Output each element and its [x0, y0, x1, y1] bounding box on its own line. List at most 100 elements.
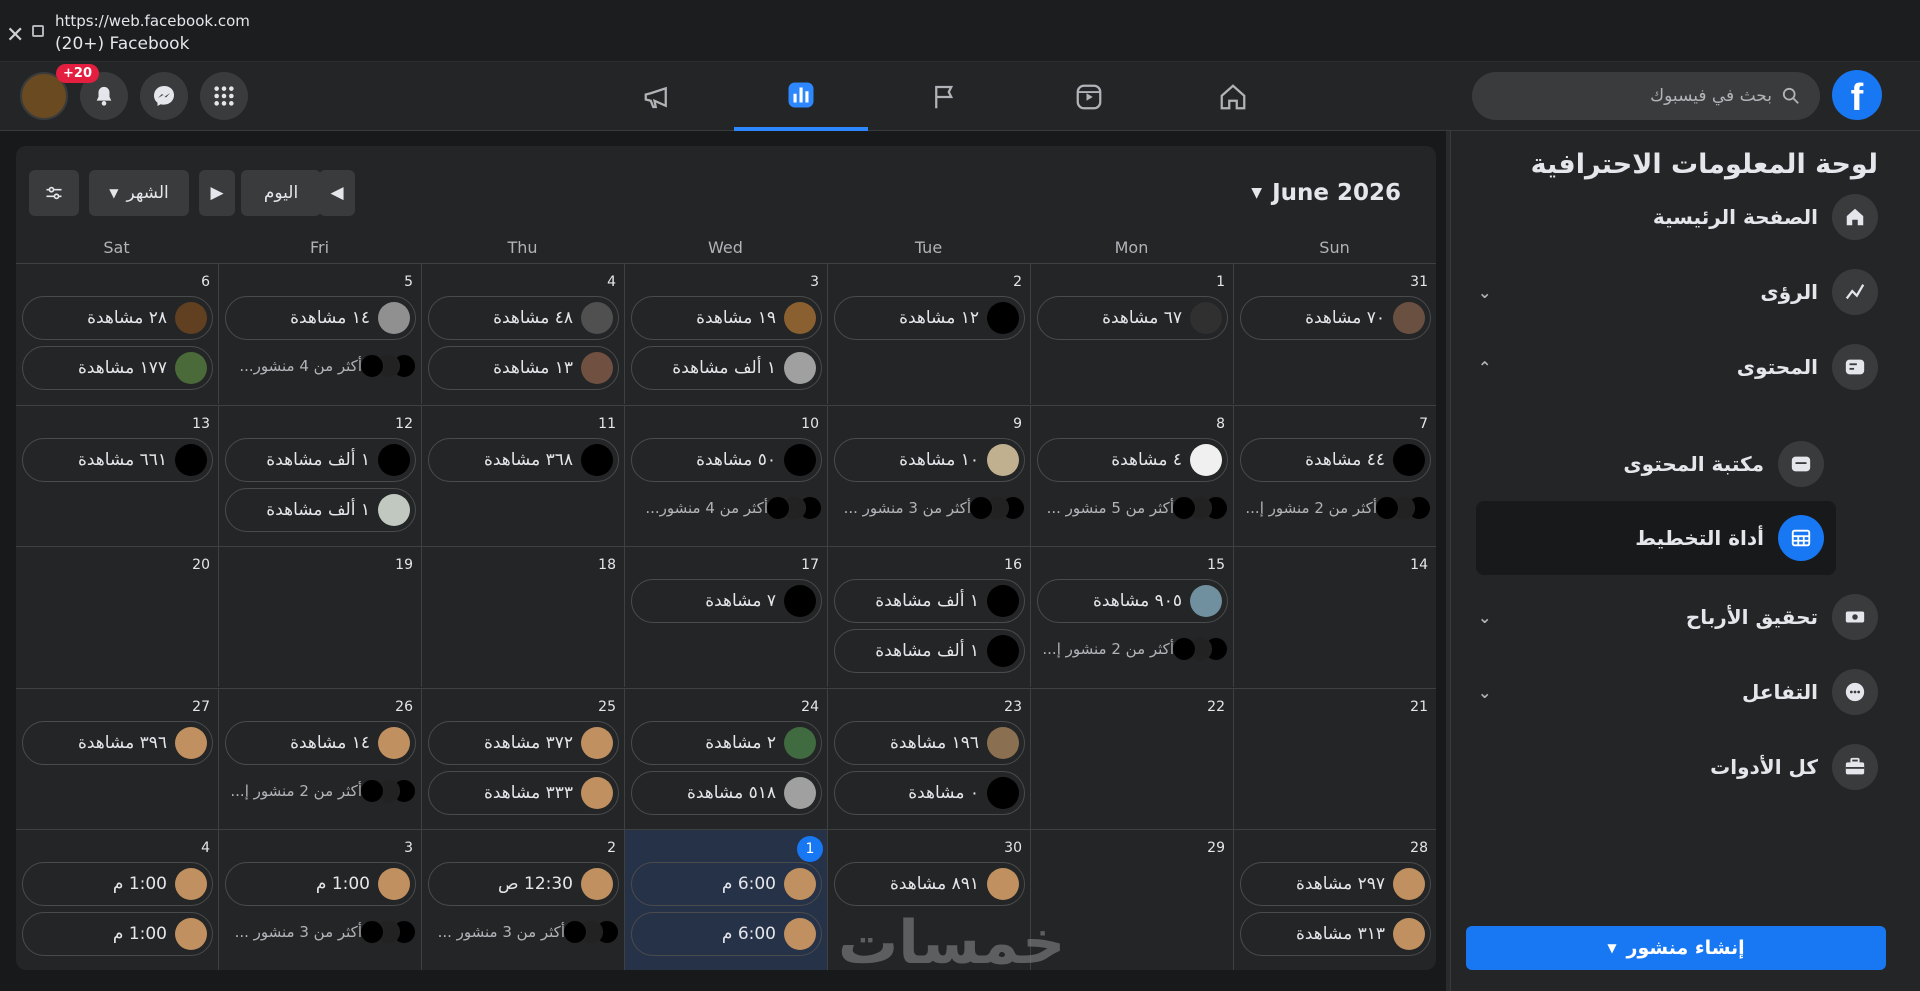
calendar-day-cell[interactable]: 1 6:00 م 6:00 م [624, 829, 827, 970]
post-pill[interactable]: ٢٩٧ مشاهدة [1240, 862, 1431, 906]
calendar-day-cell[interactable]: 24 ٢ مشاهدة ٥١٨ مشاهدة [624, 687, 827, 829]
calendar-day-cell[interactable]: 19 [218, 546, 421, 687]
calendar-day-cell[interactable]: 13 ٦٦١ مشاهدة [16, 404, 218, 546]
calendar-day-cell[interactable]: 26 ١٤ مشاهدة أكثر من 2 منشور إ... [218, 687, 421, 829]
calendar-day-cell[interactable]: 20 [16, 546, 218, 687]
month-selector[interactable]: ▼ June 2026 [1251, 180, 1401, 206]
post-pill[interactable]: ٥٠ مشاهدة [631, 437, 822, 482]
menu-grid-icon[interactable] [200, 72, 248, 120]
calendar-day-cell[interactable]: 8 ٤ مشاهدة أكثر من 5 منشور ... [1030, 404, 1233, 546]
calendar-day-cell[interactable]: 16 ١ ألف مشاهدة ١ ألف مشاهدة [827, 546, 1030, 687]
sidebar-item-planner[interactable]: أداة التخطيط [1476, 501, 1836, 575]
calendar-day-cell[interactable]: 28 ٢٩٧ مشاهدة ٣١٣ مشاهدة [1233, 829, 1436, 970]
calendar-day-cell[interactable]: 25 ٣٧٢ مشاهدة ٣٣٣ مشاهدة [421, 687, 624, 829]
calendar-day-cell[interactable]: 2 12:30 ص أكثر من 3 منشور ... [421, 829, 624, 970]
post-pill[interactable]: ٦٧ مشاهدة [1037, 296, 1228, 340]
post-pill[interactable]: ١٣ مشاهدة [428, 346, 619, 390]
post-pill[interactable]: ١٧٧ مشاهدة [22, 346, 213, 390]
pages-flag-icon[interactable] [878, 62, 1012, 131]
post-pill[interactable]: ٤٤ مشاهدة [1240, 437, 1431, 482]
post-pill[interactable]: ٤ مشاهدة [1037, 437, 1228, 482]
post-pill[interactable]: ٩٠٥ مشاهدة [1037, 579, 1228, 623]
post-pill[interactable]: 1:00 م [225, 862, 416, 906]
sidebar-item-insights[interactable]: الرؤى ⌄ [1478, 264, 1878, 320]
post-pill[interactable]: 1:00 م [22, 912, 213, 956]
post-pill[interactable]: ٣٧٢ مشاهدة [428, 720, 619, 765]
post-pill[interactable]: ١٠ مشاهدة [834, 437, 1025, 482]
sidebar-item-home[interactable]: الصفحة الرئيسية [1478, 189, 1878, 245]
more-posts-link[interactable]: أكثر من 5 منشور ... [1037, 488, 1228, 528]
dashboard-chart-icon[interactable] [734, 62, 868, 131]
calendar-day-cell[interactable]: 4 ٤٨ مشاهدة ١٣ مشاهدة [421, 263, 624, 404]
calendar-day-cell[interactable]: 22 [1030, 687, 1233, 829]
filter-sliders-icon[interactable] [29, 170, 79, 216]
create-post-button[interactable]: إنشاء منشور ▼ [1466, 926, 1886, 970]
post-pill[interactable]: ٢ مشاهدة [631, 720, 822, 765]
sidebar-item-content-library[interactable]: مكتبة المحتوى [1476, 427, 1836, 501]
calendar-day-cell[interactable]: 23 ١٩٦ مشاهدة ٠ مشاهدة [827, 687, 1030, 829]
post-pill[interactable]: ٨٩١ مشاهدة [834, 862, 1025, 906]
post-pill[interactable]: ١٢ مشاهدة [834, 296, 1025, 340]
post-pill[interactable]: 6:00 م [631, 912, 822, 956]
calendar-day-cell[interactable]: 18 [421, 546, 624, 687]
calendar-day-cell[interactable]: 6 ٢٨ مشاهدة ١٧٧ مشاهدة [16, 263, 218, 404]
url-text[interactable]: https://web.facebook.com [55, 12, 250, 30]
post-pill[interactable]: ٤٨ مشاهدة [428, 296, 619, 340]
next-arrow-icon[interactable]: ▶ [199, 170, 235, 216]
prev-arrow-icon[interactable]: ◀ [319, 170, 355, 216]
calendar-day-cell[interactable]: 17 ٧ مشاهدة [624, 546, 827, 687]
more-posts-link[interactable]: أكثر من 2 منشور إ... [1240, 488, 1431, 528]
calendar-day-cell[interactable]: 14 [1233, 546, 1436, 687]
post-pill[interactable]: ٧٠ مشاهدة [1240, 296, 1431, 340]
view-select[interactable]: الشهر ▼ [89, 170, 189, 216]
post-pill[interactable]: ١٩ مشاهدة [631, 296, 822, 340]
post-pill[interactable]: ٦٦١ مشاهدة [22, 437, 213, 482]
sidebar-item-engagement[interactable]: التفاعل ⌄ [1478, 664, 1878, 720]
close-icon[interactable]: ✕ [6, 23, 24, 48]
reels-video-icon[interactable] [1022, 62, 1156, 131]
post-pill[interactable]: ٣٩٦ مشاهدة [22, 720, 213, 765]
more-posts-link[interactable]: أكثر من 3 منشور ... [225, 912, 416, 952]
post-pill[interactable]: ٣١٣ مشاهدة [1240, 912, 1431, 956]
post-pill[interactable]: ١ ألف مشاهدة [834, 629, 1025, 673]
calendar-day-cell[interactable]: 31 ٧٠ مشاهدة [1233, 263, 1436, 404]
search-input[interactable]: بحث في فيسبوك [1472, 72, 1820, 120]
post-pill[interactable]: ١ ألف مشاهدة [225, 487, 416, 532]
post-pill[interactable]: 1:00 م [22, 862, 213, 906]
calendar-day-cell[interactable]: 5 ١٤ مشاهدة أكثر من 4 منشور... [218, 263, 421, 404]
sidebar-item-all-tools[interactable]: كل الأدوات [1478, 739, 1878, 795]
post-pill[interactable]: ١ ألف مشاهدة [834, 579, 1025, 623]
calendar-day-cell[interactable]: 3 1:00 م أكثر من 3 منشور ... [218, 829, 421, 970]
calendar-day-cell[interactable]: 9 ١٠ مشاهدة أكثر من 3 منشور ... [827, 404, 1030, 546]
more-posts-link[interactable]: أكثر من 4 منشور... [631, 488, 822, 528]
post-pill[interactable]: 6:00 م [631, 862, 822, 906]
facebook-logo-icon[interactable]: f [1832, 70, 1882, 120]
calendar-day-cell[interactable]: 27 ٣٩٦ مشاهدة [16, 687, 218, 829]
home-icon[interactable] [1166, 62, 1300, 131]
post-pill[interactable]: ١٤ مشاهدة [225, 296, 416, 340]
post-pill[interactable]: ١٤ مشاهدة [225, 720, 416, 765]
calendar-day-cell[interactable]: 10 ٥٠ مشاهدة أكثر من 4 منشور... [624, 404, 827, 546]
more-posts-link[interactable]: أكثر من 3 منشور ... [428, 912, 619, 952]
post-pill[interactable]: ٠ مشاهدة [834, 770, 1025, 815]
calendar-day-cell[interactable]: 15 ٩٠٥ مشاهدة أكثر من 2 منشور إ... [1030, 546, 1233, 687]
sidebar-item-content[interactable]: المحتوى ⌃ [1478, 339, 1878, 395]
post-pill[interactable]: ١٩٦ مشاهدة [834, 720, 1025, 765]
calendar-day-cell[interactable]: 4 1:00 م 1:00 م [16, 829, 218, 970]
post-pill[interactable]: ٣٦٨ مشاهدة [428, 437, 619, 482]
more-posts-link[interactable]: أكثر من 2 منشور إ... [1037, 629, 1228, 669]
more-posts-link[interactable]: أكثر من 4 منشور... [225, 346, 416, 386]
calendar-day-cell[interactable]: 7 ٤٤ مشاهدة أكثر من 2 منشور إ... [1233, 404, 1436, 546]
calendar-day-cell[interactable]: 12 ١ ألف مشاهدة ١ ألف مشاهدة [218, 404, 421, 546]
messenger-icon[interactable] [140, 72, 188, 120]
calendar-day-cell[interactable]: 11 ٣٦٨ مشاهدة [421, 404, 624, 546]
more-posts-link[interactable]: أكثر من 2 منشور إ... [225, 771, 416, 811]
post-pill[interactable]: ٢٨ مشاهدة [22, 296, 213, 340]
post-pill[interactable]: 12:30 ص [428, 862, 619, 906]
more-posts-link[interactable]: أكثر من 3 منشور ... [834, 488, 1025, 528]
calendar-day-cell[interactable]: 3 ١٩ مشاهدة ١ ألف مشاهدة [624, 263, 827, 404]
post-pill[interactable]: ٧ مشاهدة [631, 579, 822, 623]
calendar-day-cell[interactable]: 1 ٦٧ مشاهدة [1030, 263, 1233, 404]
calendar-day-cell[interactable]: 21 [1233, 687, 1436, 829]
today-button[interactable]: اليوم [241, 170, 321, 216]
